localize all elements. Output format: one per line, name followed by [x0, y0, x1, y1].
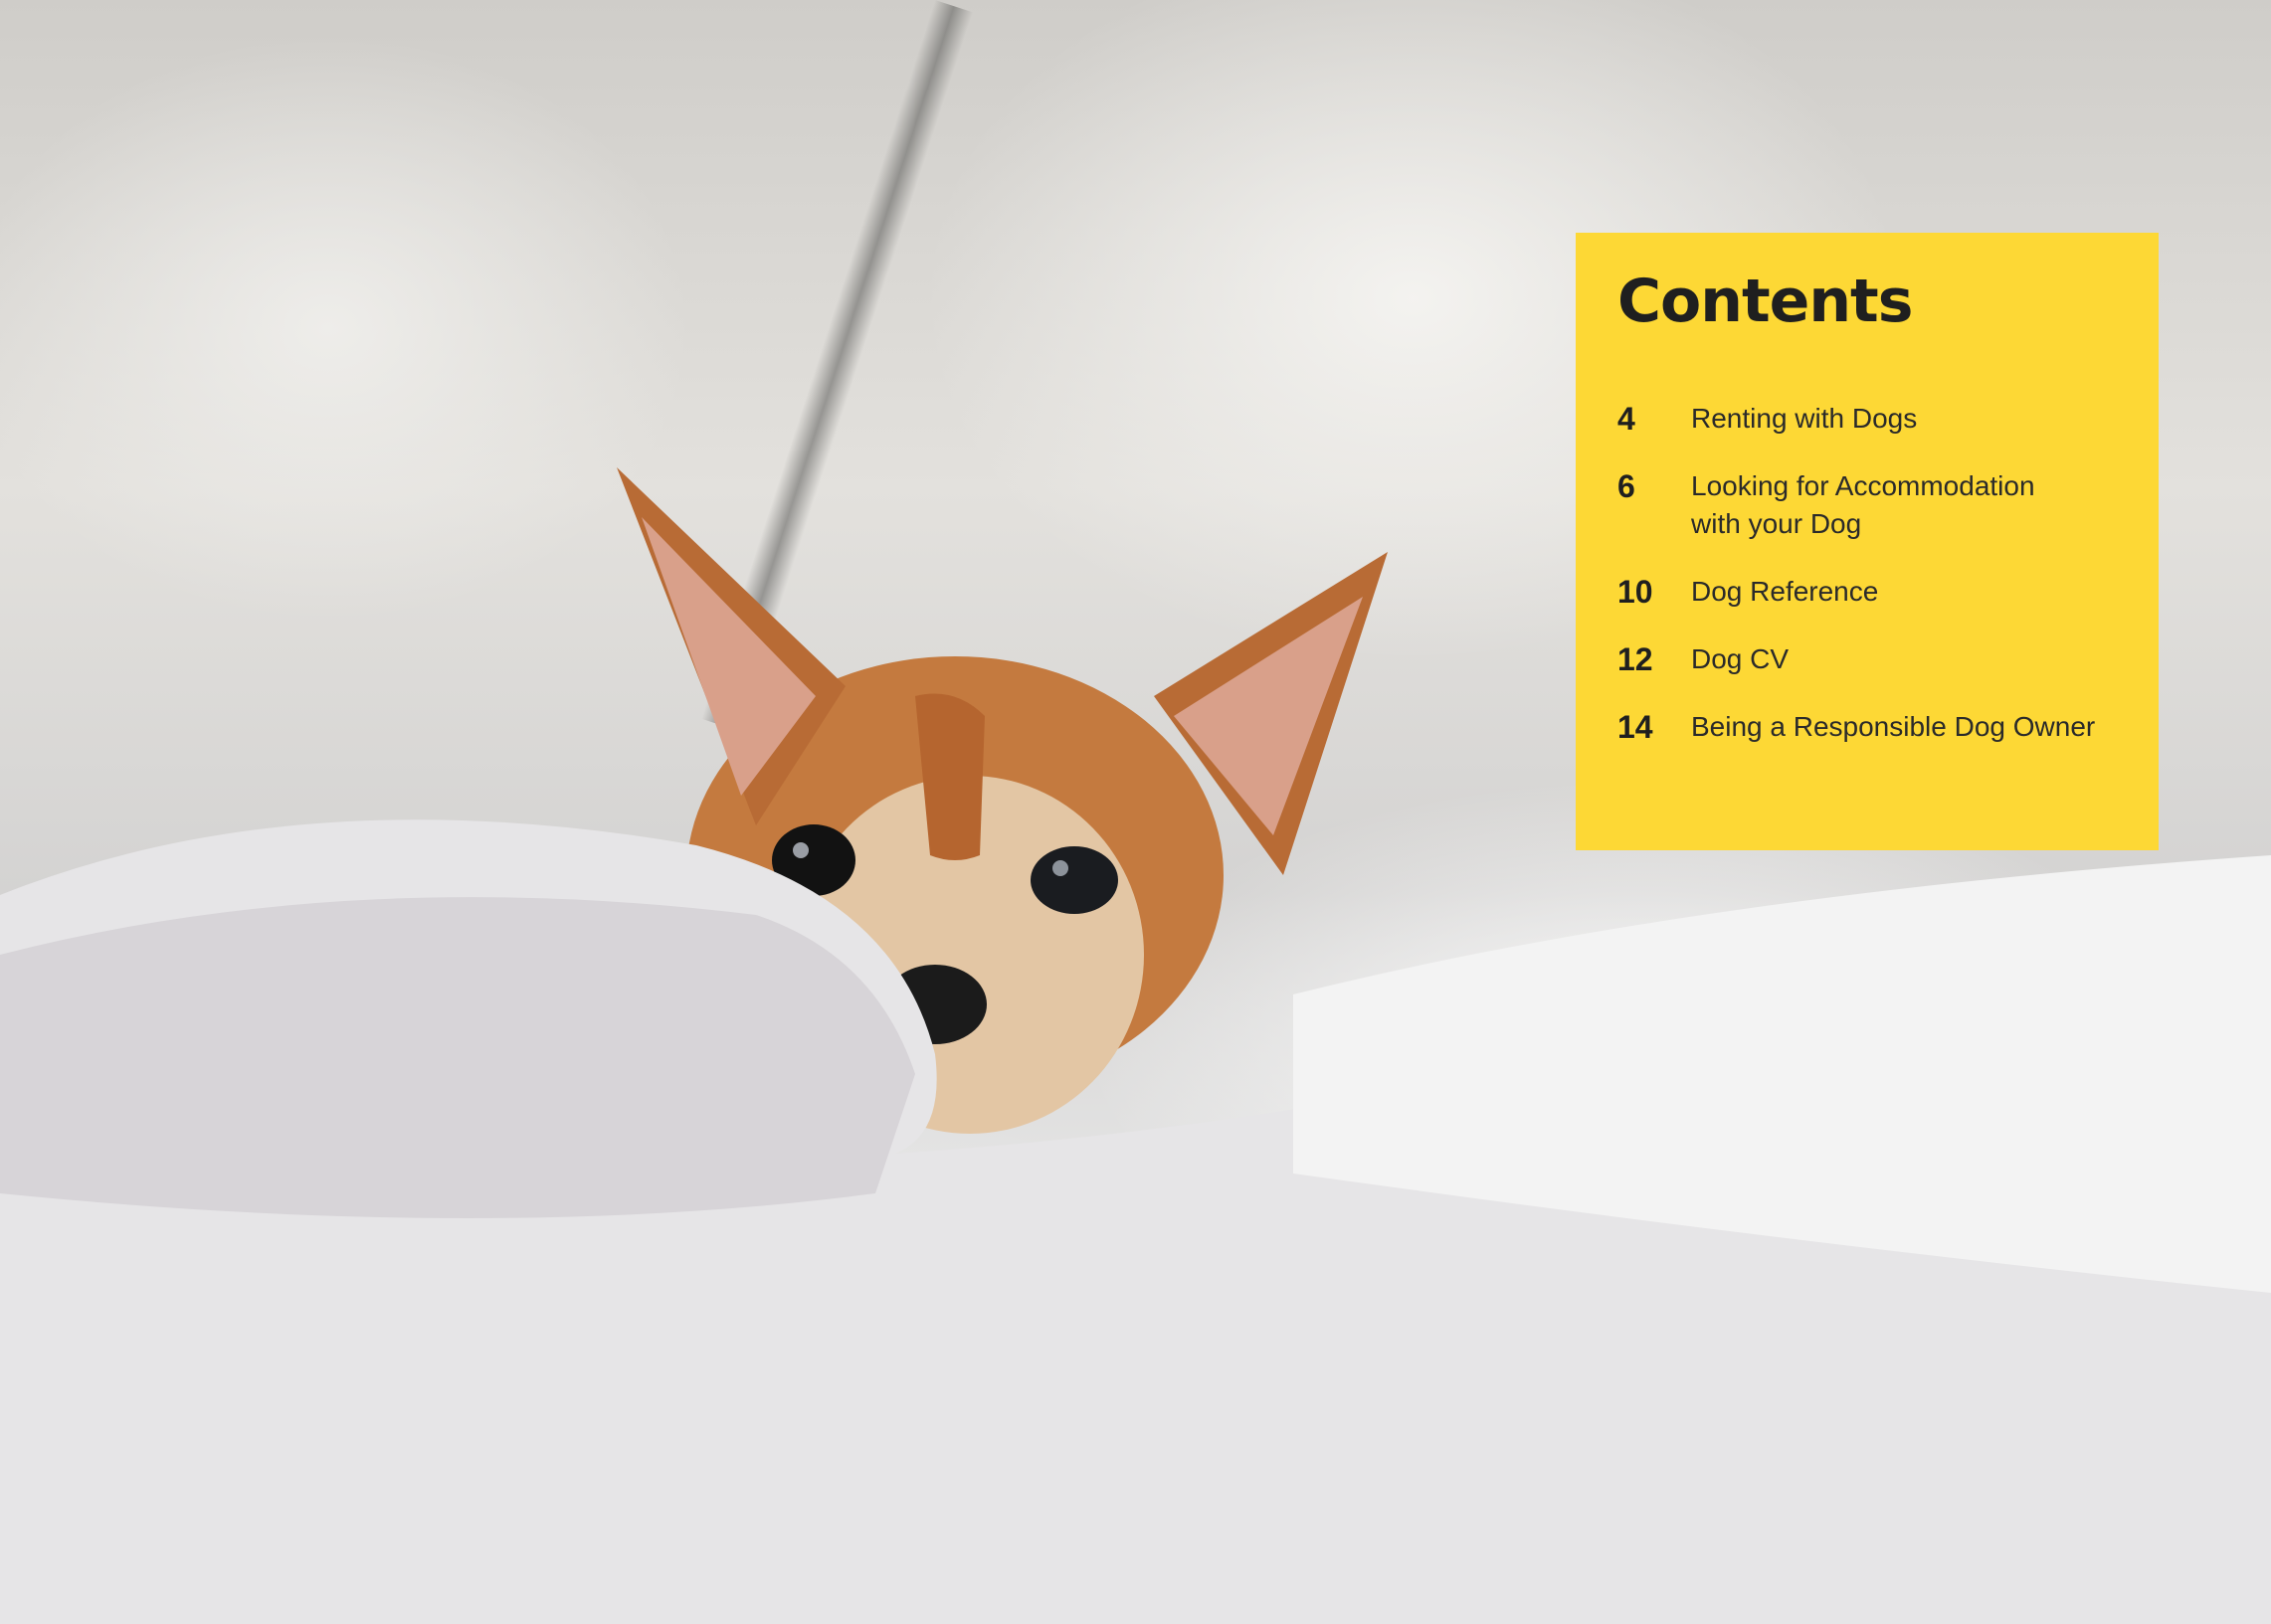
contents-item[interactable]: 10 Dog Reference	[1617, 573, 2119, 611]
contents-item-page: 10	[1617, 574, 1653, 610]
contents-item[interactable]: 12 Dog CV	[1617, 640, 2119, 678]
contents-item-label: Looking for Accommodation with your Dog	[1691, 470, 2035, 539]
contents-item-page: 14	[1617, 709, 1653, 745]
contents-item-page: 4	[1617, 401, 1635, 437]
contents-item-label: Renting with Dogs	[1691, 403, 1918, 434]
contents-title: Contents	[1617, 267, 1913, 336]
contents-item-page: 12	[1617, 641, 1653, 677]
contents-box: Contents 4 Renting with Dogs 6 Looking f…	[1576, 233, 2159, 850]
contents-item-label: Dog CV	[1691, 643, 1790, 674]
contents-item[interactable]: 6 Looking for Accommodation with your Do…	[1617, 467, 2119, 543]
contents-item-label: Dog Reference	[1691, 576, 1879, 607]
contents-item[interactable]: 14 Being a Responsible Dog Owner	[1617, 708, 2119, 746]
dog-right-eye	[1031, 846, 1118, 914]
contents-item-page: 6	[1617, 468, 1635, 504]
contents-item[interactable]: 4 Renting with Dogs	[1617, 400, 2119, 438]
contents-item-label: Being a Responsible Dog Owner	[1691, 711, 2096, 742]
